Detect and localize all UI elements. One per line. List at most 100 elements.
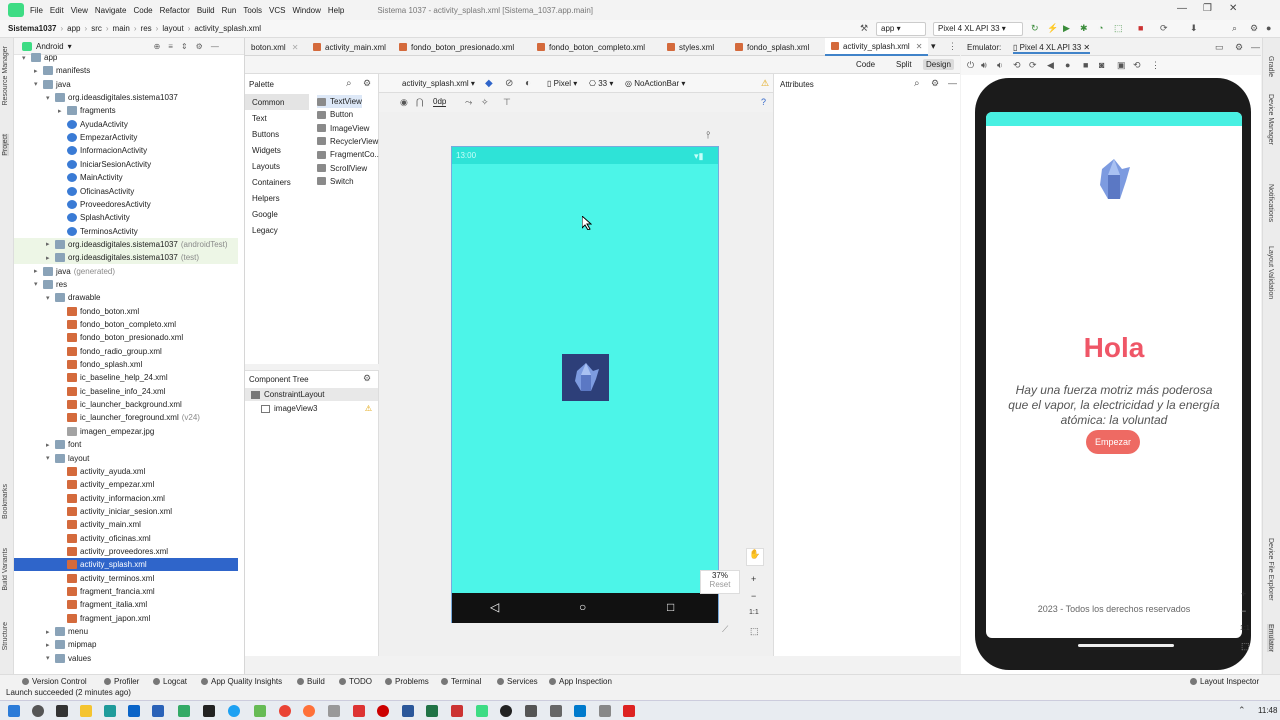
chevron-down-icon[interactable]: ▾ bbox=[46, 94, 55, 102]
component-tree-gear-icon[interactable]: ⚙ bbox=[363, 373, 371, 384]
tree-item[interactable]: activity_terminos.xml bbox=[14, 572, 238, 585]
hide-panel-icon[interactable]: — bbox=[948, 78, 957, 88]
palette-category[interactable]: Legacy bbox=[245, 222, 309, 238]
menu-vcs[interactable]: VCS bbox=[269, 6, 285, 15]
tree-item[interactable]: ▾ drawable bbox=[14, 291, 238, 304]
tab-logcat[interactable]: Logcat bbox=[153, 677, 187, 686]
menu-code[interactable]: Code bbox=[133, 6, 152, 15]
tab-terminal[interactable]: Terminal bbox=[441, 677, 481, 686]
tree-item[interactable]: fragment_japon.xml bbox=[14, 612, 238, 625]
tree-item[interactable]: ▸ fragments bbox=[14, 104, 238, 117]
tree-item[interactable]: MainActivity bbox=[14, 171, 238, 184]
menu-view[interactable]: View bbox=[71, 6, 88, 15]
rerun-icon[interactable]: ↻ bbox=[1031, 23, 1039, 34]
tree-item[interactable]: ProveedoresActivity bbox=[14, 198, 238, 211]
layout-file-select[interactable]: activity_splash.xml ▾ bbox=[402, 79, 475, 88]
search-icon[interactable]: ⌕ bbox=[346, 78, 352, 89]
collapse-all-icon[interactable]: ≡ bbox=[168, 42, 173, 51]
clear-constraints-icon[interactable]: ⤳ bbox=[465, 97, 472, 108]
orientation-icon[interactable]: ⊘ bbox=[505, 78, 513, 89]
tree-item[interactable]: ic_launcher_background.xml bbox=[14, 398, 238, 411]
chevron-right-icon[interactable]: ▸ bbox=[34, 67, 43, 75]
emulator-device-tab[interactable]: ▯ Pixel 4 XL API 33 ✕ bbox=[1013, 43, 1091, 54]
tree-item[interactable]: activity_splash.xml bbox=[14, 558, 238, 572]
empezar-button[interactable]: Empezar bbox=[1086, 430, 1140, 454]
chevron-right-icon[interactable]: ▸ bbox=[46, 240, 55, 248]
tree-item[interactable]: IniciarSesionActivity bbox=[14, 158, 238, 171]
tree-item[interactable]: ▸ org.ideasdigitales.sistema1037 (test) bbox=[14, 251, 238, 265]
tabs-menu-icon[interactable]: ⋮ bbox=[948, 41, 957, 52]
android-studio-icon[interactable] bbox=[476, 705, 488, 717]
breadcrumb-project[interactable]: Sistema1037 bbox=[8, 24, 56, 33]
menu-refactor[interactable]: Refactor bbox=[160, 6, 190, 15]
menu-file[interactable]: File bbox=[30, 6, 43, 15]
tab-fondo-boton-completo[interactable]: fondo_boton_completo.xml bbox=[531, 38, 651, 56]
tree-item[interactable]: ▸ org.ideasdigitales.sistema1037 (androidT… bbox=[14, 237, 238, 251]
tree-item[interactable]: activity_proveedores.xml bbox=[14, 545, 238, 558]
tree-item[interactable]: activity_oficinas.xml bbox=[14, 532, 238, 545]
night-mode-icon[interactable]: ◐ bbox=[525, 78, 531, 89]
tabs-overflow-chevron-icon[interactable]: ▾ bbox=[931, 41, 936, 52]
attach-debugger-icon[interactable]: ⬚ bbox=[1114, 23, 1123, 34]
taskbar-app-icon[interactable] bbox=[128, 705, 140, 717]
project-view-mode[interactable]: Android bbox=[36, 42, 64, 51]
palette-category[interactable]: Containers bbox=[245, 174, 309, 190]
chrome-icon[interactable] bbox=[279, 705, 291, 717]
emulator-screen[interactable]: Hola Hay una fuerza motriz más poderosa … bbox=[986, 112, 1242, 638]
magnet-icon[interactable]: ⋂ bbox=[416, 97, 423, 108]
overview-icon[interactable]: ■ bbox=[1083, 60, 1088, 70]
hide-panel-icon[interactable]: — bbox=[211, 42, 219, 51]
chevron-right-icon[interactable]: ▸ bbox=[46, 641, 55, 649]
tab-boton[interactable]: boton.xml ✕ bbox=[245, 38, 304, 56]
taskbar-search-icon[interactable] bbox=[32, 705, 44, 717]
palette-item[interactable]: ScrollView bbox=[317, 162, 367, 175]
rotate-left-icon[interactable]: ⟲ bbox=[1013, 60, 1021, 71]
view-mode-split[interactable]: Split bbox=[893, 59, 915, 70]
palette-item[interactable]: TextView bbox=[317, 95, 362, 108]
warning-icon[interactable]: ⚠ bbox=[365, 404, 372, 413]
menu-edit[interactable]: Edit bbox=[50, 6, 64, 15]
menu-build[interactable]: Build bbox=[197, 6, 215, 15]
tree-item[interactable]: fondo_splash.xml bbox=[14, 358, 238, 371]
menu-help[interactable]: Help bbox=[328, 6, 344, 15]
zoom-out-icon[interactable]: − bbox=[751, 591, 756, 601]
palette-category[interactable]: Google bbox=[245, 206, 309, 222]
help-icon[interactable]: ? bbox=[761, 97, 766, 107]
palette-category[interactable]: Helpers bbox=[245, 190, 309, 206]
tree-item[interactable]: activity_iniciar_sesion.xml bbox=[14, 505, 238, 518]
tab-problems[interactable]: Problems bbox=[385, 677, 429, 686]
window-layout-icon[interactable]: ▭ bbox=[1215, 42, 1224, 53]
tab-fondo-boton-presionado[interactable]: fondo_boton_presionado.xml bbox=[393, 38, 520, 56]
tree-item[interactable]: ▸ mipmap bbox=[14, 638, 238, 651]
tool-device-manager[interactable]: Device Manager bbox=[1267, 94, 1274, 145]
chevron-down-icon[interactable]: ▾ bbox=[46, 294, 55, 302]
pan-hand-icon[interactable]: ✋ bbox=[746, 548, 764, 566]
emulator-actual-size[interactable]: 1:1 bbox=[1240, 625, 1250, 632]
avatar-icon[interactable]: ● bbox=[1266, 23, 1271, 33]
emulator-fit-icon[interactable]: ⬚ bbox=[1241, 641, 1250, 652]
tree-item[interactable]: ▾ layout bbox=[14, 452, 238, 465]
taskbar-app-icon[interactable] bbox=[152, 705, 164, 717]
menu-run[interactable]: Run bbox=[222, 6, 237, 15]
close-tab-icon[interactable]: ✕ bbox=[292, 43, 299, 52]
palette-item[interactable]: ImageView bbox=[317, 122, 369, 135]
eye-icon[interactable]: ◉ bbox=[400, 97, 408, 108]
chevron-down-icon[interactable]: ▾ bbox=[46, 654, 55, 662]
palette-gear-icon[interactable]: ⚙ bbox=[363, 78, 371, 89]
palette-category[interactable]: Layouts bbox=[245, 158, 309, 174]
palette-item[interactable]: Button bbox=[317, 108, 353, 121]
opera-icon[interactable] bbox=[377, 705, 389, 717]
chevron-right-icon[interactable]: ▸ bbox=[34, 267, 43, 275]
tool-gradle[interactable]: Gradle bbox=[1267, 56, 1274, 77]
chevron-down-icon[interactable]: ▾ bbox=[34, 280, 43, 288]
tree-item[interactable]: ▾ res bbox=[14, 278, 238, 291]
search-icon[interactable]: ⌕ bbox=[914, 78, 920, 89]
vscode-icon[interactable] bbox=[574, 705, 586, 717]
view-mode-code[interactable]: Code bbox=[853, 59, 878, 70]
tree-item[interactable]: OficinasActivity bbox=[14, 185, 238, 198]
zoom-in-icon[interactable]: + bbox=[751, 574, 756, 584]
tree-item[interactable]: imagen_empezar.jpg bbox=[14, 425, 238, 438]
default-margin-select[interactable]: 0dp bbox=[433, 97, 447, 107]
api-level-select[interactable]: ⎔ 33 ▾ bbox=[589, 79, 613, 88]
firefox-icon[interactable] bbox=[303, 705, 315, 717]
